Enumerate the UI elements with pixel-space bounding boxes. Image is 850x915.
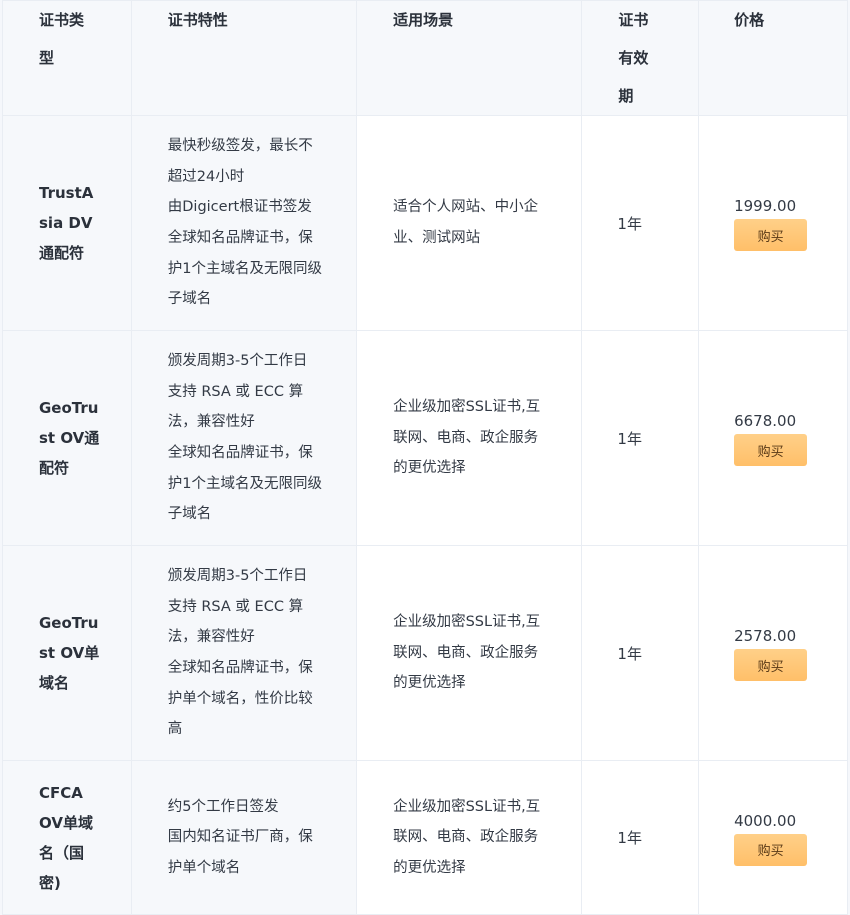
cert-validity-cell: 1年 — [581, 330, 700, 546]
feature-line: 支持 RSA 或 ECC 算法，兼容性好 — [167, 598, 304, 646]
buy-button[interactable]: 购买 — [734, 833, 808, 866]
cert-scene-cell: 适合个人网站、中小企业、测试网站 — [356, 115, 583, 331]
feature-line: 全球知名品牌证书，保护单个域名，性价比较高 — [167, 660, 313, 738]
cert-features-cell: 颁发周期3-5个工作日 支持 RSA 或 ECC 算法，兼容性好 全球知名品牌证… — [130, 545, 358, 761]
cert-price-cell: 2578.00 购买 — [698, 545, 848, 761]
cert-scene-cell: 企业级加密SSL证书,互联网、电商、政企服务的更优选择 — [356, 545, 583, 761]
cert-scene: 适合个人网站、中小企业、测试网站 — [393, 199, 539, 246]
cert-price-cell: 4000.00 购买 — [698, 760, 848, 915]
header-price-label: 价格 — [734, 11, 765, 29]
table-row: GeoTrust OV通配符 颁发周期3-5个工作日 支持 RSA 或 ECC … — [2, 330, 848, 546]
cert-features-cell: 颁发周期3-5个工作日 支持 RSA 或 ECC 算法，兼容性好 全球知名品牌证… — [130, 330, 358, 546]
cert-type: GeoTrust OV单域名 — [39, 614, 100, 692]
cert-scene-cell: 企业级加密SSL证书,互联网、电商、政企服务的更优选择 — [356, 760, 583, 915]
header-type: 证书类型 — [2, 0, 132, 116]
price-value: 1999.00 — [734, 197, 797, 215]
cert-price-cell: 1999.00 购买 — [698, 115, 848, 331]
cert-type-cell: GeoTrust OV单域名 — [2, 545, 132, 761]
header-price: 价格 — [698, 0, 848, 116]
cert-type: GeoTrust OV通配符 — [39, 399, 100, 477]
cert-scene: 企业级加密SSL证书,互联网、电商、政企服务的更优选择 — [393, 399, 541, 477]
table-row: TrustAsia DV通配符 最快秒级签发，最长不超过24小时 由Digice… — [2, 115, 848, 331]
header-validity-label: 证书有效期 — [618, 11, 649, 105]
cert-validity-cell: 1年 — [581, 545, 700, 761]
table-row: CFCA OV单域名（国密) 约5个工作日签发 国内知名证书厂商，保护单个域名 … — [2, 760, 848, 915]
cert-type: CFCA OV单域名（国密) — [39, 783, 93, 892]
cert-scene-cell: 企业级加密SSL证书,互联网、电商、政企服务的更优选择 — [356, 330, 583, 546]
cert-validity: 1年 — [617, 214, 642, 233]
price-value: 6678.00 — [734, 412, 797, 430]
feature-line: 颁发周期3-5个工作日 — [167, 353, 308, 370]
feature-line: 约5个工作日签发 — [167, 798, 279, 815]
cert-features-cell: 最快秒级签发，最长不超过24小时 由Digicert根证书签发 全球知名品牌证书… — [130, 115, 358, 331]
cert-type-cell: TrustAsia DV通配符 — [2, 115, 132, 331]
header-validity: 证书有效期 — [581, 0, 700, 116]
feature-line: 颁发周期3-5个工作日 — [167, 568, 308, 585]
feature-line: 全球知名品牌证书，保护1个主域名及无限同级子域名 — [167, 445, 322, 523]
cert-scene: 企业级加密SSL证书,互联网、电商、政企服务的更优选择 — [393, 614, 541, 692]
header-scene: 适用场景 — [356, 0, 583, 116]
header-features-label: 证书特性 — [167, 11, 228, 29]
certificate-price-table: 证书类型 证书特性 适用场景 证书有效期 价格 TrustAsia DV通配符 … — [2, 0, 848, 915]
header-scene-label: 适用场景 — [393, 11, 454, 29]
price-value: 2578.00 — [734, 627, 797, 645]
feature-line: 由Digicert根证书签发 — [167, 199, 312, 216]
table-row: GeoTrust OV单域名 颁发周期3-5个工作日 支持 RSA 或 ECC … — [2, 545, 848, 761]
header-features: 证书特性 — [130, 0, 358, 116]
cert-validity: 1年 — [617, 644, 642, 663]
cert-type-cell: GeoTrust OV通配符 — [2, 330, 132, 546]
cert-validity: 1年 — [617, 429, 642, 448]
table-body: TrustAsia DV通配符 最快秒级签发，最长不超过24小时 由Digice… — [2, 115, 848, 915]
table-header: 证书类型 证书特性 适用场景 证书有效期 价格 — [2, 0, 848, 116]
feature-line: 全球知名品牌证书，保护1个主域名及无限同级子域名 — [167, 230, 322, 308]
feature-line: 最快秒级签发，最长不超过24小时 — [167, 138, 313, 185]
buy-button[interactable]: 购买 — [734, 649, 808, 681]
buy-button[interactable]: 购买 — [734, 219, 808, 251]
price-value: 4000.00 — [734, 811, 797, 830]
buy-button[interactable]: 购买 — [734, 434, 808, 466]
cert-validity-cell: 1年 — [581, 115, 700, 331]
cert-validity: 1年 — [617, 829, 642, 847]
cert-type-cell: CFCA OV单域名（国密) — [2, 760, 132, 915]
cert-scene: 企业级加密SSL证书,互联网、电商、政企服务的更优选择 — [393, 798, 541, 876]
header-type-label: 证书类型 — [39, 11, 85, 67]
feature-line: 国内知名证书厂商，保护单个域名 — [167, 829, 313, 876]
cert-features-cell: 约5个工作日签发 国内知名证书厂商，保护单个域名 — [130, 760, 358, 915]
cert-price-cell: 6678.00 购买 — [698, 330, 848, 546]
header-row: 证书类型 证书特性 适用场景 证书有效期 价格 — [2, 0, 848, 116]
cert-type: TrustAsia DV通配符 — [39, 184, 94, 262]
feature-line: 支持 RSA 或 ECC 算法，兼容性好 — [167, 383, 304, 431]
cert-validity-cell: 1年 — [581, 760, 700, 915]
